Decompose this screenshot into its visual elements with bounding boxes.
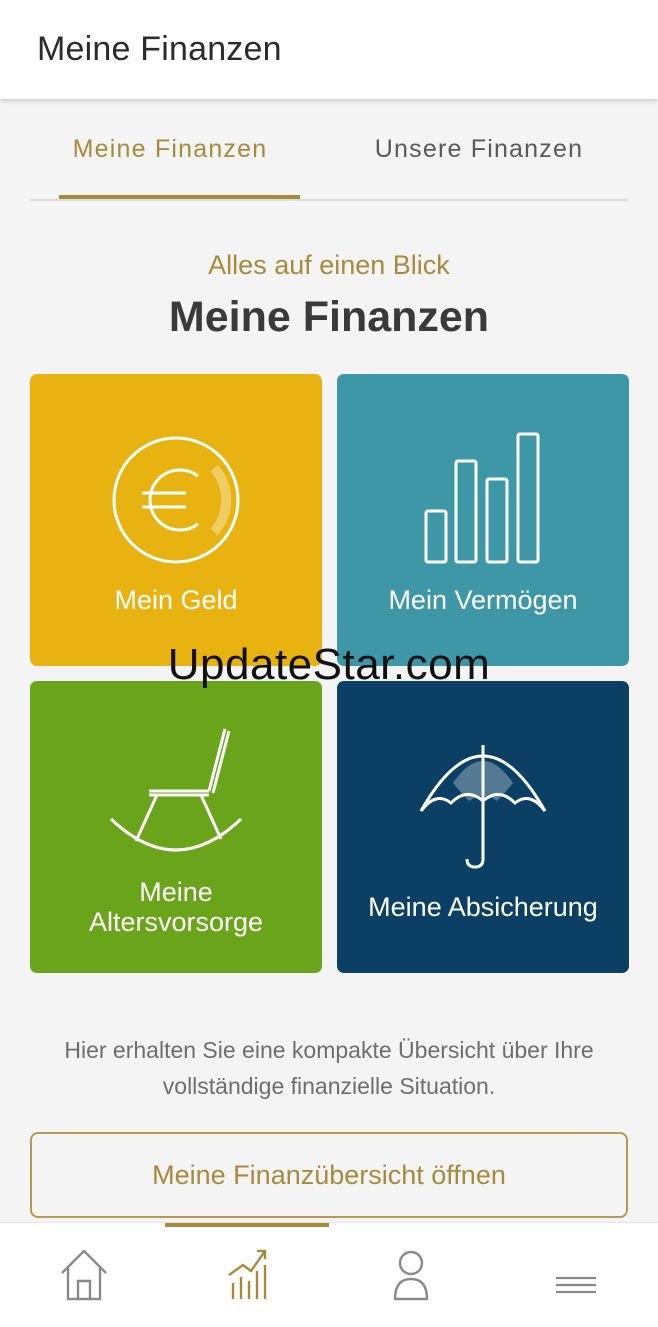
nav-home[interactable] — [54, 1241, 114, 1301]
tab-unsere-finanzen[interactable]: Unsere Finanzen — [339, 135, 619, 165]
tab-meine-finanzen[interactable]: Meine Finanzen — [30, 135, 310, 165]
tile-label: Meine Altersvorsorge — [30, 877, 322, 937]
euro-coin-icon — [112, 436, 240, 564]
tab-active-indicator — [59, 195, 300, 199]
nav-finances[interactable] — [219, 1241, 279, 1301]
rocking-chair-icon — [109, 728, 243, 852]
app-bar-title: Meine Finanzen — [37, 30, 282, 68]
bar-chart-icon — [424, 432, 540, 564]
tile-label: Mein Geld — [114, 585, 238, 615]
umbrella-icon — [419, 745, 547, 869]
tile-meine-absicherung[interactable]: Meine Absicherung — [337, 681, 629, 973]
page-title: Meine Finanzen — [168, 293, 490, 341]
page-subtitle: Alles auf einen Blick — [208, 250, 450, 280]
bottom-navigation — [0, 1222, 658, 1327]
chart-icon — [228, 1249, 267, 1299]
tile-label: Mein Vermögen — [388, 585, 578, 615]
profile-icon — [393, 1250, 429, 1301]
open-overview-button[interactable]: Meine Finanzübersicht öffnen — [30, 1132, 628, 1218]
nav-menu[interactable] — [546, 1241, 606, 1301]
watermark: UpdateStar.com — [167, 640, 491, 689]
nav-profile[interactable] — [381, 1241, 441, 1301]
tab-bar: Meine Finanzen Unsere Finanzen — [30, 99, 628, 201]
description-text: Hier erhalten Sie eine kompakte Übersich… — [64, 1037, 594, 1099]
menu-icon — [556, 1276, 596, 1294]
tile-meine-altersvorsorge[interactable]: Meine Altersvorsorge — [30, 681, 322, 973]
tile-label: Meine Absicherung — [368, 892, 598, 922]
tile-label-line-2: Altersvorsorge — [88, 907, 264, 937]
tile-mein-vermoegen[interactable]: Mein Vermögen — [337, 374, 629, 666]
tile-mein-geld[interactable]: Mein Geld — [30, 374, 322, 666]
tile-label-line-1: Meine — [139, 877, 213, 907]
app-bar: Meine Finanzen — [0, 0, 658, 99]
home-icon — [61, 1249, 107, 1301]
nav-active-indicator — [165, 1223, 329, 1227]
